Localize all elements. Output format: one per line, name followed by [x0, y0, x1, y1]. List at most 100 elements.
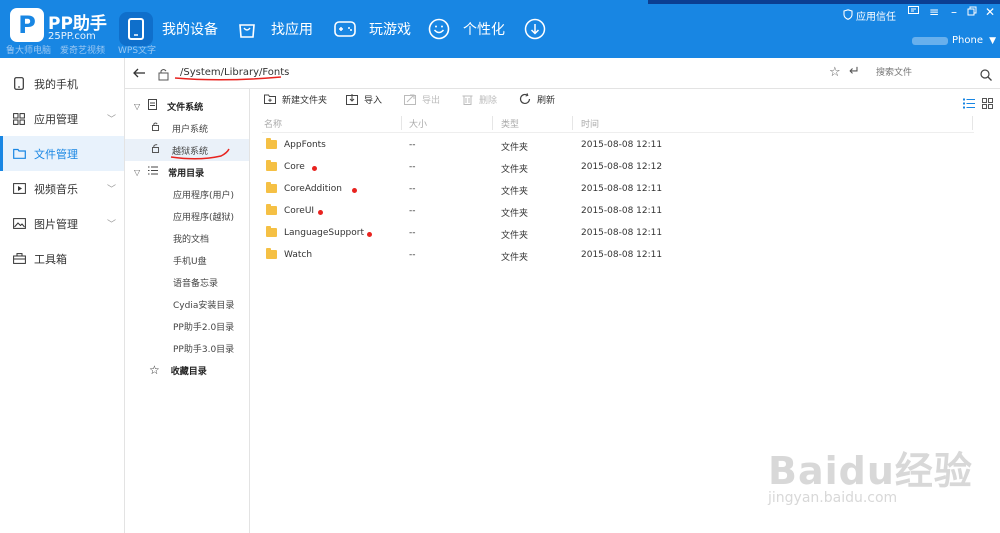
search-input[interactable] [872, 63, 996, 83]
device-label: Phone [952, 35, 983, 46]
import-label: 导入 [364, 95, 383, 106]
export-button[interactable]: 导出 [403, 92, 440, 106]
file-size: -- [409, 184, 416, 194]
sidebar-item-video-music[interactable]: 视频音乐 ﹀ [0, 171, 124, 206]
refresh-icon [518, 92, 532, 106]
ghost-label: 爱奇艺视频 [60, 46, 106, 56]
tree-item[interactable]: Cydia安装目录 [125, 293, 249, 315]
tree-item-favorites[interactable]: ☆ 收藏目录 [125, 359, 249, 381]
refresh-button[interactable]: 刷新 [518, 92, 555, 106]
menu-icon[interactable]: ≡ [926, 5, 942, 19]
tree-item[interactable]: 应用程序(越狱) [125, 205, 249, 227]
file-name: Watch [284, 250, 313, 260]
trash-icon [460, 92, 474, 106]
device-selector[interactable]: Phone ▼ [952, 35, 996, 46]
column-header-size[interactable]: 大小 [409, 117, 427, 130]
sidebar-item-label: 工具箱 [34, 252, 67, 266]
restore-button[interactable] [964, 5, 980, 19]
file-type: 文件夹 [501, 253, 529, 263]
table-row[interactable]: Watch -- 文件夹 2015-08-08 12:11 [262, 244, 974, 266]
column-divider[interactable] [572, 116, 573, 130]
table-row[interactable]: CoreUI -- 文件夹 2015-08-08 12:11 [262, 200, 974, 222]
grid-view-icon[interactable] [982, 94, 993, 113]
delete-button[interactable]: 删除 [460, 92, 497, 106]
folder-icon [266, 248, 277, 259]
table-row[interactable]: CoreAddition -- 文件夹 2015-08-08 12:11 [262, 178, 974, 200]
column-divider[interactable] [492, 116, 493, 130]
import-icon [345, 92, 359, 106]
back-arrow-icon[interactable] [132, 65, 146, 84]
file-name: CoreAddition [284, 184, 342, 194]
nav-personalize[interactable]: 个性化 [424, 0, 505, 58]
app-trust-button[interactable]: 应用信任 [843, 8, 896, 23]
sidebar-item-image-management[interactable]: 图片管理 ﹀ [0, 206, 124, 241]
app-subtitle: 25PP.com [48, 31, 96, 42]
sidebar-item-toolbox[interactable]: 工具箱 [0, 241, 124, 276]
column-divider[interactable] [401, 116, 402, 130]
sidebar-item-label: 图片管理 [34, 217, 78, 231]
new-folder-button[interactable]: 新建文件夹 [263, 92, 327, 106]
file-size: -- [409, 140, 416, 150]
column-header-time[interactable]: 时间 [581, 117, 599, 130]
tree-item[interactable]: 语音备忘录 [125, 271, 249, 293]
file-time: 2015-08-08 12:11 [581, 250, 663, 260]
minimize-button[interactable]: – [946, 5, 962, 19]
star-icon[interactable]: ☆ [829, 65, 841, 80]
nav-my-device[interactable]: 我的设备 [119, 0, 218, 58]
export-label: 导出 [422, 95, 441, 106]
top-bar: P PP助手 25PP.com 鲁大师电脑 爱奇艺视频 WPS文字 我的设备 找… [0, 0, 1000, 58]
new-folder-icon [263, 92, 277, 106]
search-icon[interactable] [980, 66, 992, 85]
list-view-icon[interactable] [963, 94, 975, 113]
nav-label: 玩游戏 [369, 22, 411, 38]
tree-item[interactable]: PP助手3.0目录 [125, 337, 249, 359]
tree-item-filesystem[interactable]: ▽ 文件系统 [125, 95, 249, 117]
file-type: 文件夹 [501, 231, 529, 241]
tree-label: 文件系统 [167, 102, 204, 113]
column-header-name[interactable]: 名称 [264, 117, 282, 130]
table-row[interactable]: Core -- 文件夹 2015-08-08 12:12 [262, 156, 974, 178]
tree-item[interactable]: 应用程序(用户) [125, 183, 249, 205]
toolbox-icon [12, 252, 26, 266]
table-row[interactable]: LanguageSupport -- 文件夹 2015-08-08 12:11 [262, 222, 974, 244]
folder-icon [266, 160, 277, 171]
sidebar-item-my-phone[interactable]: 我的手机 [0, 66, 124, 101]
message-icon[interactable] [905, 5, 921, 19]
table-row[interactable]: AppFonts -- 文件夹 2015-08-08 12:11 [262, 134, 974, 156]
sidebar: 我的手机 应用管理 ﹀ 文件管理 视频音乐 ﹀ 图片管理 ﹀ 工具箱 [0, 58, 125, 533]
red-dot-annotation [312, 166, 317, 171]
tree-item[interactable]: 我的文档 [125, 227, 249, 249]
tree-item[interactable]: 手机U盘 [125, 249, 249, 271]
star-icon: ☆ [149, 363, 160, 377]
import-button[interactable]: 导入 [345, 92, 382, 106]
chevron-down-icon: ﹀ [106, 185, 116, 195]
file-size: -- [409, 162, 416, 172]
baidu-watermark-url: jingyan.baidu.com [768, 490, 898, 506]
nav-find-apps[interactable]: 找应用 [232, 0, 313, 58]
nav-label: 我的设备 [162, 22, 218, 38]
enter-icon[interactable]: ↵ [849, 64, 860, 79]
tree-item-common-dirs[interactable]: ▽ 常用目录 [125, 161, 249, 183]
nav-games[interactable]: 玩游戏 [330, 0, 411, 58]
close-button[interactable]: ✕ [982, 5, 998, 19]
tree-item-user-system[interactable]: 用户系统 [125, 117, 249, 139]
new-folder-label: 新建文件夹 [282, 95, 328, 106]
file-time: 2015-08-08 12:11 [581, 228, 663, 238]
title-strip [648, 0, 1000, 4]
gamepad-icon [330, 14, 360, 44]
column-header-type[interactable]: 类型 [501, 117, 519, 130]
nav-downloads[interactable] [520, 0, 559, 58]
column-divider[interactable] [972, 116, 973, 130]
tree-label: 收藏目录 [170, 366, 207, 377]
tree-label: 用户系统 [172, 124, 209, 135]
file-type: 文件夹 [501, 209, 529, 219]
file-time: 2015-08-08 12:11 [581, 206, 663, 216]
shield-icon [843, 8, 853, 23]
chevron-down-icon: ▽ [134, 167, 141, 177]
tree-item[interactable]: PP助手2.0目录 [125, 315, 249, 337]
sidebar-item-app-management[interactable]: 应用管理 ﹀ [0, 101, 124, 136]
export-icon [403, 92, 417, 106]
sidebar-item-file-management[interactable]: 文件管理 [0, 136, 124, 171]
image-icon [12, 217, 26, 231]
file-time: 2015-08-08 12:11 [581, 140, 663, 150]
